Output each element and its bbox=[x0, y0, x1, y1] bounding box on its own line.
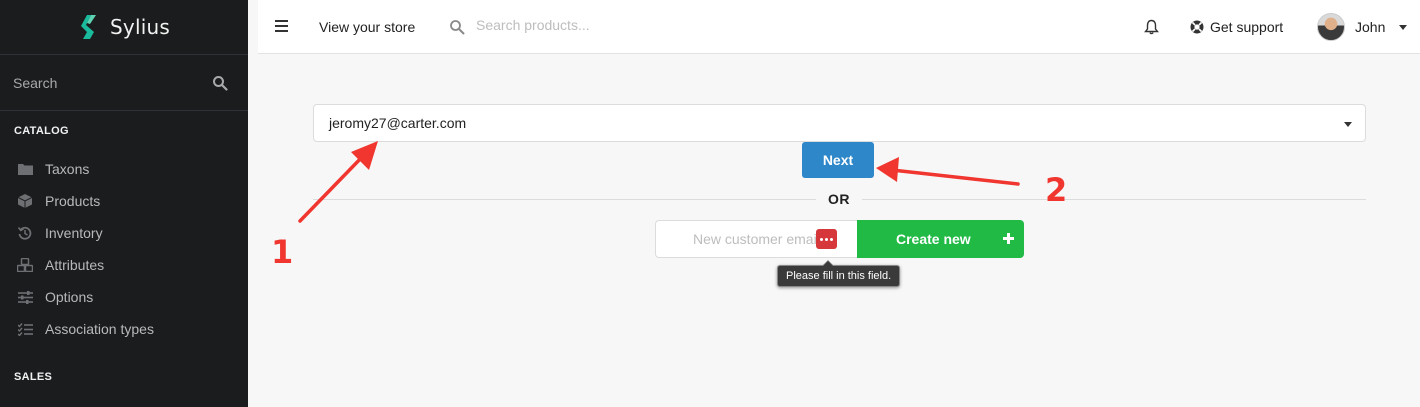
sidebar-item-attributes[interactable]: Attributes bbox=[0, 249, 248, 281]
get-support-link[interactable]: Get support bbox=[1190, 19, 1283, 35]
sales-section-header: SALES bbox=[14, 371, 53, 383]
create-new-label: Create new bbox=[896, 231, 971, 247]
folder-icon bbox=[17, 161, 33, 177]
user-menu[interactable]: John bbox=[1317, 13, 1408, 41]
chevron-down-icon bbox=[1344, 122, 1352, 127]
avatar bbox=[1317, 13, 1345, 41]
user-name: John bbox=[1355, 19, 1386, 35]
sidebar-search[interactable]: Search bbox=[0, 55, 248, 111]
catalog-section-header: CATALOG bbox=[14, 125, 69, 137]
sliders-icon bbox=[17, 289, 33, 305]
tasks-icon bbox=[17, 321, 33, 337]
brand-name: Sylius bbox=[110, 15, 170, 39]
sidebar-item-label: Products bbox=[45, 193, 101, 209]
top-bar: View your store Get support John bbox=[258, 0, 1420, 54]
sidebar-item-label: Options bbox=[45, 289, 94, 305]
sidebar-item-inventory[interactable]: Inventory bbox=[0, 217, 248, 249]
life-ring-icon bbox=[1190, 20, 1204, 34]
annotation-arrow-1 bbox=[298, 141, 378, 223]
sidebar-item-label: Association types bbox=[45, 321, 154, 337]
search-icon bbox=[450, 20, 465, 35]
divider bbox=[313, 199, 816, 200]
sidebar-item-label: Taxons bbox=[45, 161, 90, 177]
divider bbox=[862, 199, 1366, 200]
sidebar-item-association-types[interactable]: Association types bbox=[0, 313, 248, 345]
bell-icon[interactable] bbox=[1144, 19, 1159, 35]
cube-icon bbox=[17, 193, 33, 209]
validation-tooltip: Please fill in this field. bbox=[777, 260, 901, 287]
next-button[interactable]: Next bbox=[802, 142, 874, 178]
sidebar-search-label: Search bbox=[13, 74, 58, 91]
brand-logo[interactable]: Sylius bbox=[0, 0, 248, 55]
history-icon bbox=[17, 225, 33, 241]
password-manager-icon[interactable] bbox=[816, 229, 837, 249]
annotation-arrow-2 bbox=[876, 157, 1020, 186]
view-store-link[interactable]: View your store bbox=[319, 19, 415, 35]
sidebar: Sylius Search CATALOG Taxons Products In… bbox=[0, 0, 248, 407]
chevron-down-icon bbox=[1399, 24, 1408, 30]
get-support-label: Get support bbox=[1210, 19, 1284, 35]
sidebar-item-taxons[interactable]: Taxons bbox=[0, 153, 248, 185]
search-icon bbox=[213, 75, 228, 91]
selected-customer-email: jeromy27@carter.com bbox=[329, 115, 467, 131]
sidebar-item-label: Inventory bbox=[45, 225, 103, 241]
or-separator: OR bbox=[828, 191, 850, 207]
cubes-icon bbox=[17, 257, 33, 273]
annotation-marker-2: 2 bbox=[1045, 171, 1068, 209]
sidebar-item-options[interactable]: Options bbox=[0, 281, 248, 313]
create-new-button[interactable]: Create new bbox=[857, 220, 1024, 258]
hamburger-menu-icon[interactable] bbox=[275, 20, 288, 32]
sidebar-item-products[interactable]: Products bbox=[0, 185, 248, 217]
catalog-menu: Taxons Products Inventory Attributes Opt… bbox=[0, 153, 248, 345]
sidebar-item-label: Attributes bbox=[45, 257, 105, 273]
sylius-logo-icon bbox=[81, 15, 97, 39]
annotation-marker-1: 1 bbox=[271, 233, 294, 271]
plus-icon bbox=[1003, 233, 1014, 244]
product-search-input[interactable] bbox=[476, 17, 676, 33]
customer-select-dropdown[interactable]: jeromy27@carter.com bbox=[313, 104, 1366, 142]
